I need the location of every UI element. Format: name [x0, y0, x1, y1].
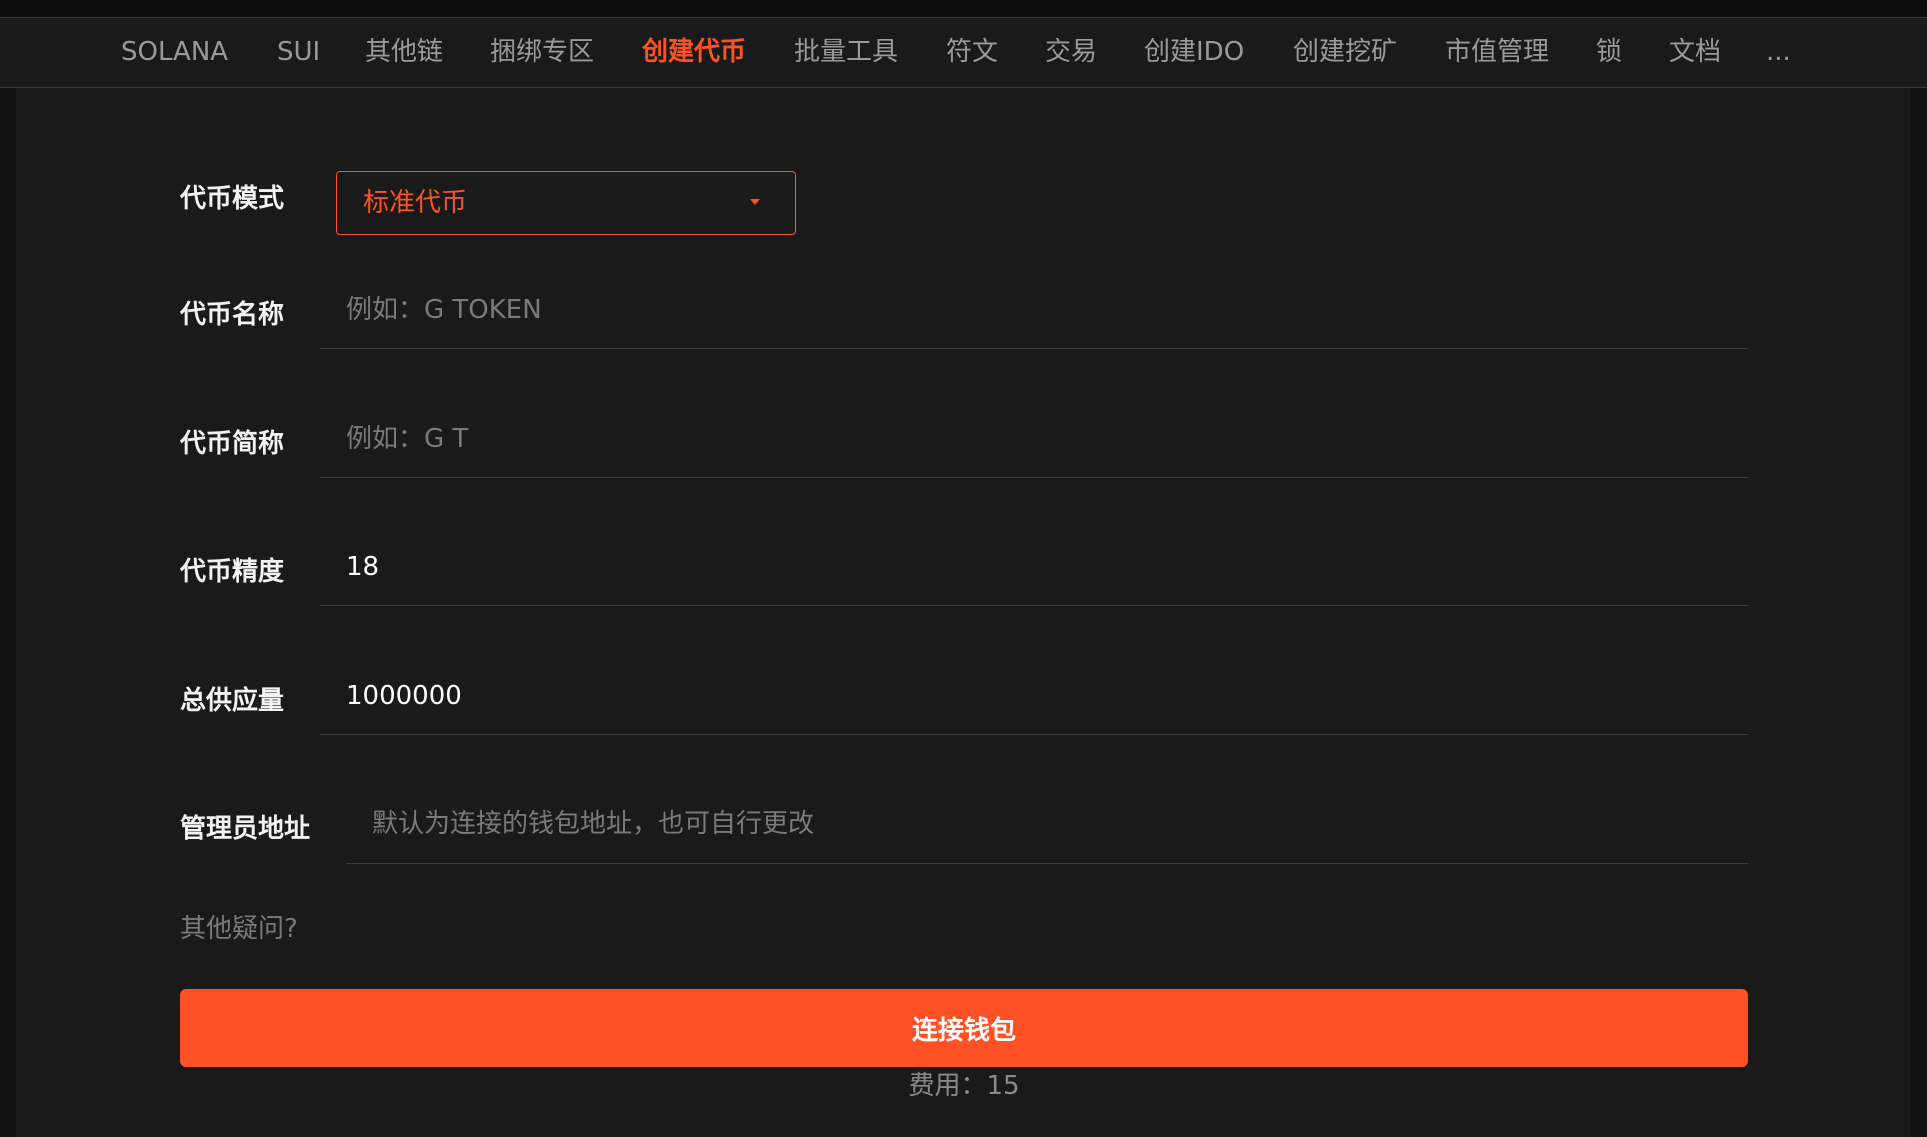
nav-item-lock[interactable]: 锁 — [1596, 18, 1622, 87]
token-name-label: 代币名称 — [180, 300, 285, 330]
connect-wallet-button[interactable]: 连接钱包 — [180, 989, 1748, 1067]
nav-item-trade[interactable]: 交易 — [1045, 18, 1097, 87]
caret-down-icon — [750, 199, 760, 205]
nav-item-create-ido[interactable]: 创建IDO — [1144, 18, 1244, 87]
nav-item-runes[interactable]: 符文 — [946, 18, 998, 87]
admin-address-label: 管理员地址 — [180, 814, 311, 844]
nav-item-other-chains[interactable]: 其他链 — [365, 18, 443, 87]
nav-item-create-mining[interactable]: 创建挖矿 — [1293, 18, 1397, 87]
nav-item-batch-tools[interactable]: 批量工具 — [794, 18, 898, 87]
token-decimals-label: 代币精度 — [180, 557, 285, 587]
token-mode-select[interactable]: 标准代币 — [336, 171, 796, 235]
admin-address-underline — [346, 863, 1748, 864]
token-form-panel — [16, 88, 1910, 1137]
token-mode-value: 标准代币 — [363, 188, 468, 218]
token-name-input[interactable] — [346, 290, 1746, 330]
token-decimals-input[interactable] — [346, 547, 1746, 587]
token-symbol-label: 代币简称 — [180, 429, 285, 459]
token-name-underline — [320, 348, 1748, 349]
nav-item-market-cap[interactable]: 市值管理 — [1445, 18, 1549, 87]
total-supply-label: 总供应量 — [180, 686, 285, 716]
top-nav: SOLANA SUI 其他链 捆绑专区 创建代币 批量工具 符文 交易 创建ID… — [0, 18, 1927, 88]
token-mode-label: 代币模式 — [180, 184, 285, 214]
token-symbol-input[interactable] — [346, 419, 1746, 459]
admin-address-input[interactable] — [372, 804, 1746, 844]
window-top-strip — [0, 0, 1927, 18]
nav-item-more[interactable]: ... — [1766, 18, 1791, 87]
token-decimals-underline — [320, 605, 1748, 606]
total-supply-underline — [320, 734, 1748, 735]
nav-item-sui[interactable]: SUI — [277, 18, 320, 87]
token-symbol-underline — [320, 477, 1748, 478]
nav-item-bundle-zone[interactable]: 捆绑专区 — [490, 18, 594, 87]
nav-item-docs[interactable]: 文档 — [1669, 18, 1721, 87]
other-questions-link[interactable]: 其他疑问? — [180, 908, 298, 945]
total-supply-input[interactable] — [346, 676, 1746, 716]
nav-item-solana[interactable]: SOLANA — [121, 18, 228, 87]
nav-item-create-token[interactable]: 创建代币 — [642, 18, 746, 87]
fee-text: 费用：15 — [908, 1071, 1020, 1101]
